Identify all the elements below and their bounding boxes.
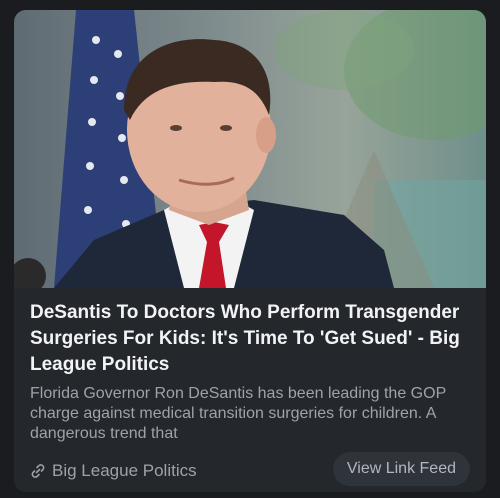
source-link[interactable]: Big League Politics — [30, 461, 197, 481]
link-preview-card[interactable]: DeSantis To Doctors Who Perform Transgen… — [14, 10, 486, 492]
view-link-feed-button[interactable]: View Link Feed — [332, 452, 470, 486]
article-photo-illustration — [14, 10, 486, 288]
article-title[interactable]: DeSantis To Doctors Who Perform Transgen… — [30, 300, 470, 378]
link-icon — [30, 463, 46, 479]
source-name: Big League Politics — [52, 461, 197, 480]
article-photo[interactable] — [14, 10, 486, 288]
article-description: Florida Governor Ron DeSantis has been l… — [30, 385, 446, 442]
card-footer: Big League Politics View Link Feed — [30, 452, 470, 488]
